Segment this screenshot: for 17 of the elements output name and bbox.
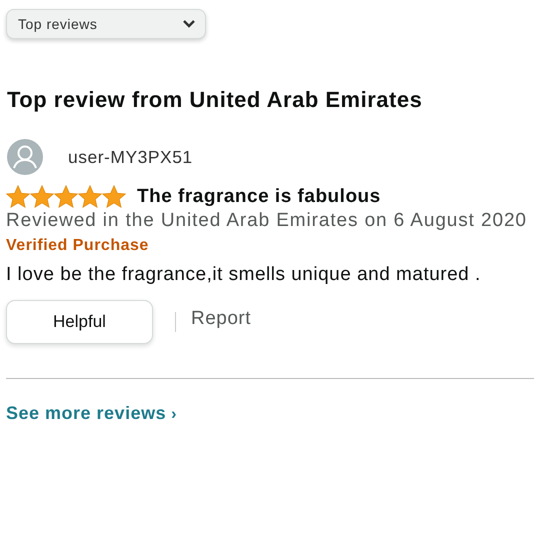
helpful-button[interactable]: Helpful [6,300,153,344]
star-icon [30,185,54,208]
star-icon [78,185,102,208]
chevron-down-icon [183,20,195,28]
star-icon [6,185,30,208]
avatar-icon [7,139,43,175]
report-link[interactable]: Report [191,308,252,330]
section-heading: Top review from United Arab Emirates [7,87,424,113]
star-icon [102,185,126,208]
review-text: I love be the fragrance,it smells unique and matured . [6,264,482,286]
see-more-reviews-link[interactable]: See more reviews › [6,403,177,423]
verified-purchase-label: Verified Purchase [6,237,149,255]
review-date: Reviewed in the United Arab Emirates on 6 August 2020 [6,210,528,232]
star-icon [54,185,78,208]
sort-dropdown[interactable]: Top reviews [6,9,206,39]
review-title: The fragrance is fabulous [137,186,381,208]
author-name: user-MY3PX51 [68,146,193,168]
